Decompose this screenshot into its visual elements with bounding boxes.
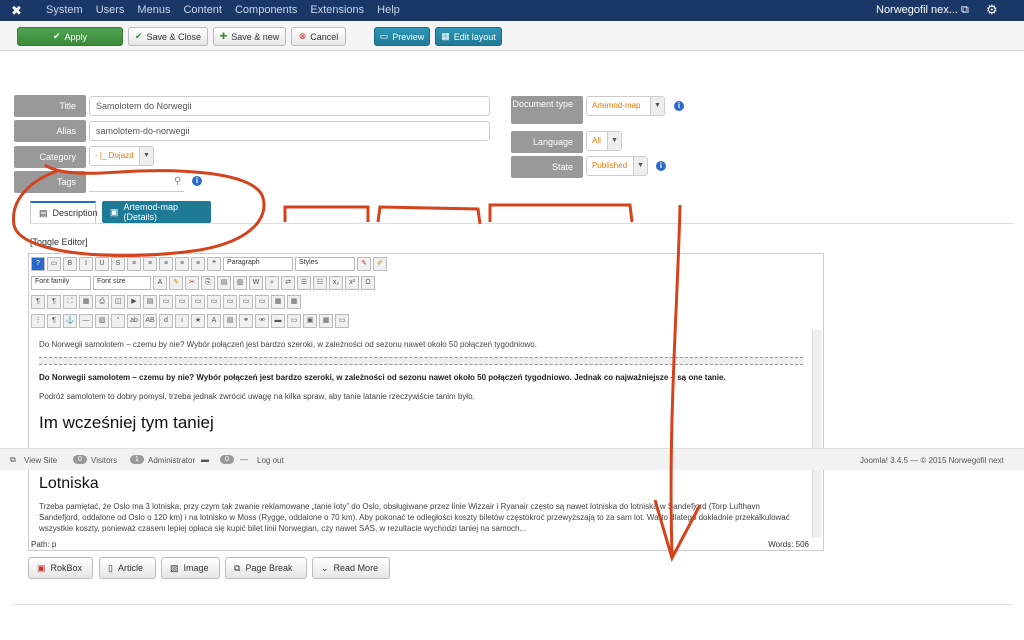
annotation-arrow — [653, 204, 702, 562]
annotation-overlay — [12, 163, 702, 562]
annotation-bracket-2 — [376, 205, 482, 225]
annotation-bracket-3 — [488, 203, 634, 223]
annotation-circle — [12, 163, 266, 258]
annotation-bracket-1 — [283, 205, 370, 222]
